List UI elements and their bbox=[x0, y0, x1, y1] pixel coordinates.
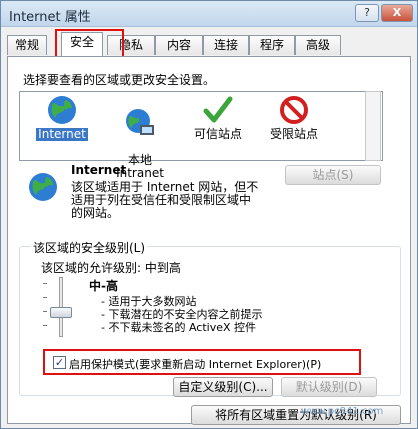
custom-level-button[interactable]: 自定义级别(C)... bbox=[173, 377, 273, 397]
tab-general[interactable]: 常规 bbox=[7, 35, 47, 55]
protected-mode-highlight bbox=[43, 349, 361, 375]
intranet-globe-icon bbox=[126, 109, 154, 135]
level-name: 中-高 bbox=[89, 279, 118, 293]
prohibited-icon bbox=[280, 96, 308, 124]
slider-tick bbox=[43, 325, 47, 326]
tab-content[interactable]: 内容 bbox=[155, 35, 203, 55]
slider-tick bbox=[43, 311, 47, 312]
zone-list-scrollbar[interactable] bbox=[365, 91, 381, 161]
help-button[interactable]: ? bbox=[355, 4, 379, 22]
checkmark-icon bbox=[203, 96, 233, 123]
tab-programs[interactable]: 程序 bbox=[249, 35, 295, 55]
zone-prompt: 选择要查看的区域或更改安全设置。 bbox=[23, 73, 216, 87]
globe-icon bbox=[48, 96, 76, 124]
tab-connections[interactable]: 连接 bbox=[203, 35, 249, 55]
allowed-levels: 该区域的允许级别: 中到高 bbox=[41, 261, 181, 275]
tab-security[interactable]: 安全 bbox=[61, 32, 103, 56]
slider-tick bbox=[43, 283, 47, 284]
internet-properties-window: Internet 属性 ? X 常规 安全 隐私 内容 连接 程序 高级 选择要… bbox=[0, 0, 418, 429]
zone-list: Internet 本地 Intranet 可信站点 受限站点 bbox=[19, 91, 383, 180]
zone-label: 受限站点 bbox=[269, 127, 318, 141]
slider-tick bbox=[43, 297, 47, 298]
default-level-button[interactable]: 默认级别(D) bbox=[281, 377, 377, 397]
zone-label: Internet bbox=[36, 127, 88, 141]
level-point: - 不下载未签名的 ActiveX 控件 bbox=[101, 321, 257, 334]
security-level-group-title: 该区域的安全级别(L) bbox=[31, 239, 148, 256]
close-button[interactable]: X bbox=[381, 4, 413, 22]
tab-advanced[interactable]: 高级 bbox=[295, 35, 341, 55]
zone-trusted-sites[interactable]: 可信站点 bbox=[180, 94, 256, 141]
zone-internet[interactable]: Internet bbox=[24, 94, 100, 141]
title-bar: Internet 属性 ? X bbox=[1, 1, 417, 27]
globe-icon bbox=[29, 173, 57, 201]
security-level-slider-thumb[interactable] bbox=[50, 307, 72, 318]
zone-restricted-sites[interactable]: 受限站点 bbox=[256, 94, 332, 141]
sites-button[interactable]: 站点(S) bbox=[285, 165, 381, 185]
window-title: Internet 属性 bbox=[9, 10, 91, 25]
watermark: www.pc841.com bbox=[301, 406, 384, 417]
zone-label: 可信站点 bbox=[193, 127, 242, 141]
zone-description: 该区域适用于 Internet 网站，但不适用于列在受信任和受限制区域中的网站。 bbox=[71, 180, 259, 220]
zone-title: Internet bbox=[71, 163, 127, 177]
